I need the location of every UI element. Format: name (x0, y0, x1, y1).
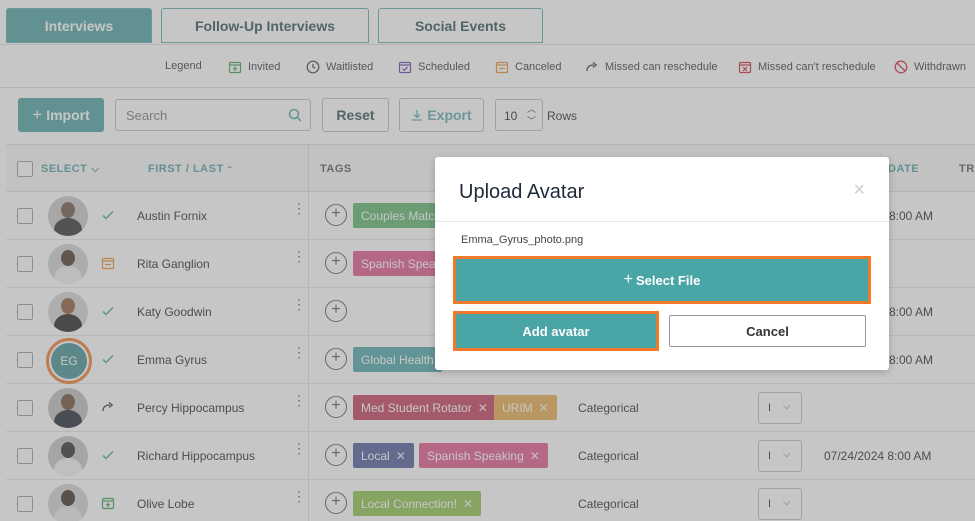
cancel-button[interactable]: Cancel (669, 315, 866, 347)
close-icon[interactable]: × (853, 179, 865, 202)
modal-title: Upload Avatar (459, 181, 585, 203)
selected-filename: Emma_Gyrus_photo.png (461, 234, 584, 246)
add-avatar-button[interactable]: Add avatar (453, 311, 659, 351)
select-file-label: Select File (636, 272, 701, 288)
app: Interviews Follow-Up Interviews Social E… (0, 0, 975, 521)
plus-icon: + (623, 271, 634, 288)
upload-avatar-modal: Upload Avatar × Emma_Gyrus_photo.png + S… (435, 157, 889, 370)
select-file-button[interactable]: + Select File (453, 256, 871, 304)
modal-divider (435, 221, 889, 222)
